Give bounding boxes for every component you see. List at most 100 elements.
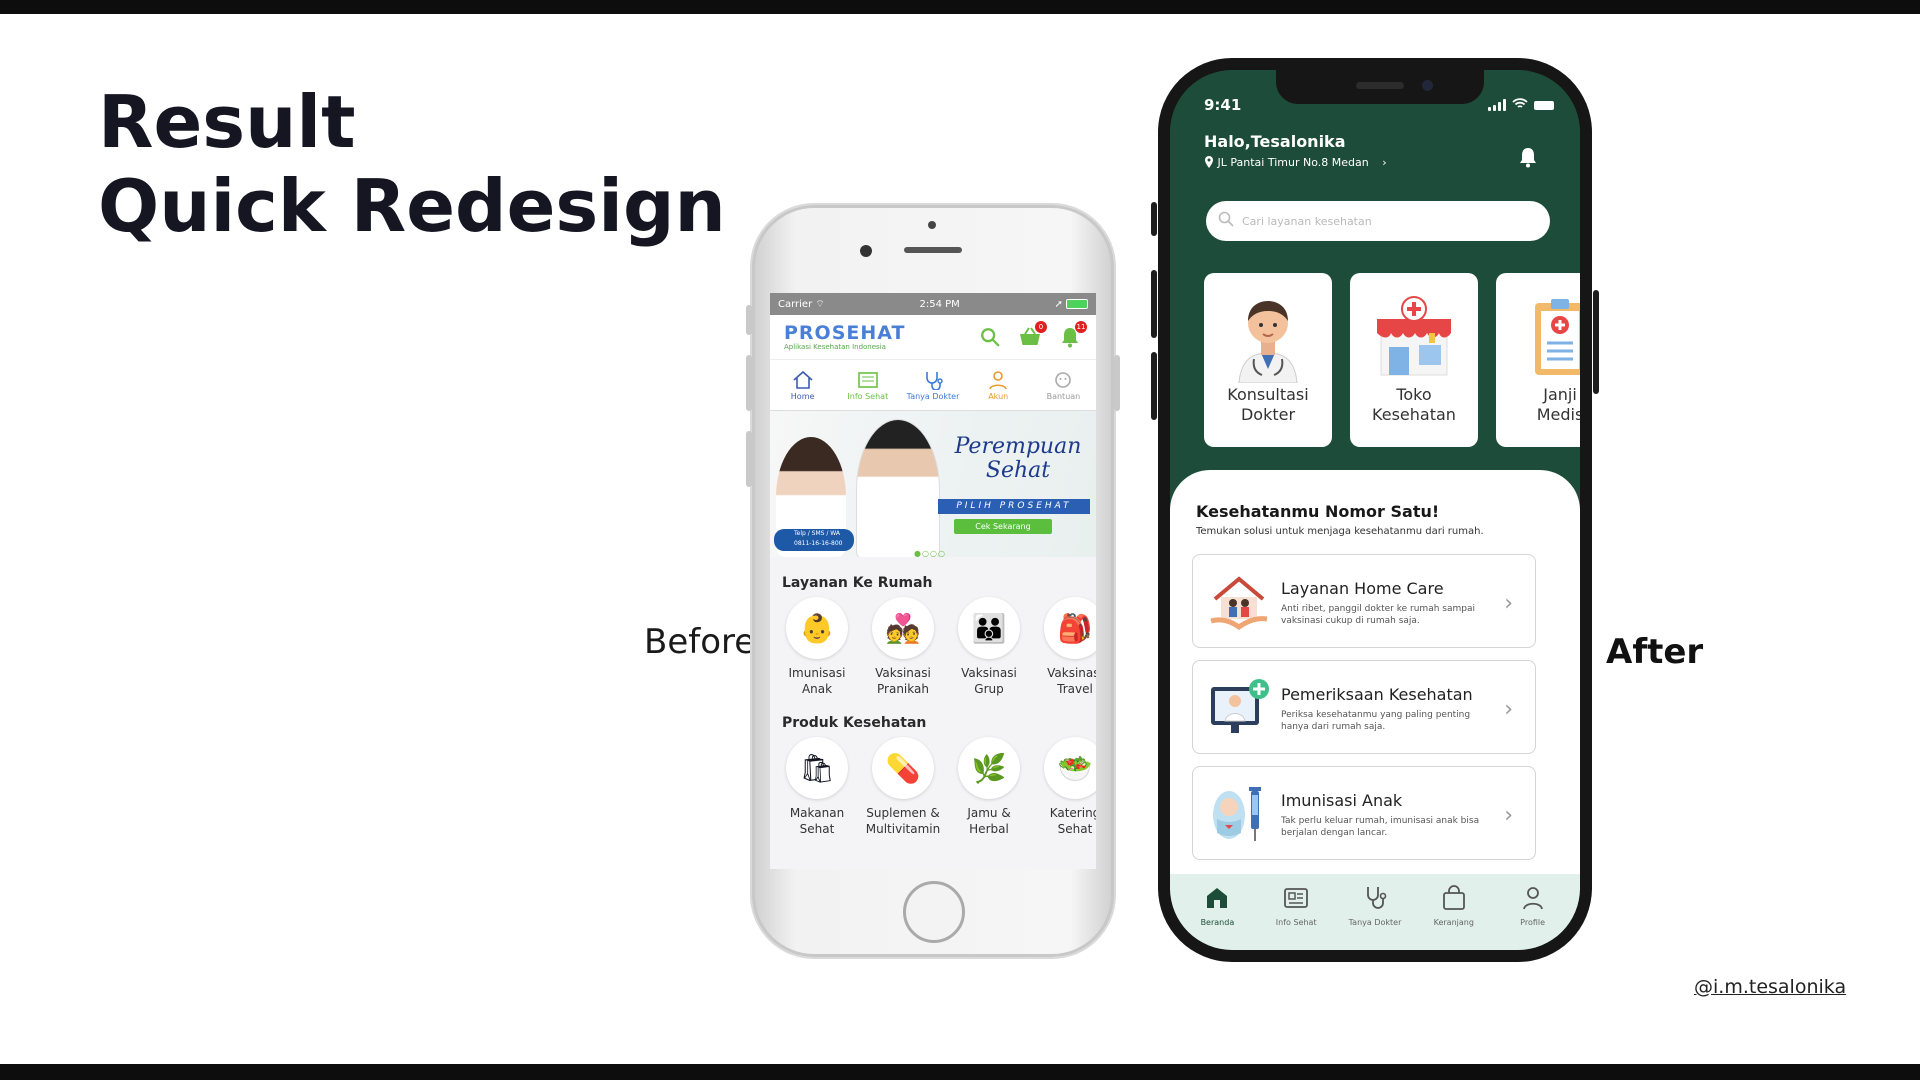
home-button[interactable]: [903, 881, 965, 943]
nav-tanya-dokter[interactable]: Tanya Dokter: [900, 360, 965, 410]
nav-info-sehat[interactable]: Info Sehat: [835, 360, 900, 410]
tab-beranda[interactable]: Beranda: [1181, 874, 1253, 950]
category-cards: Konsultasi Dokter Toko Kesehatan Janji M…: [1204, 273, 1580, 447]
chevron-right-icon: ›: [1382, 156, 1387, 169]
contact-pill[interactable]: Telp / SMS / WA 0811-16-16-800: [774, 529, 854, 551]
carousel-dots[interactable]: ●○○○: [914, 549, 946, 557]
promo-banner[interactable]: Perempuan Sehat PILIH PROSEHAT Cek Sekar…: [770, 411, 1096, 557]
search-input[interactable]: [1240, 213, 1534, 229]
bottom-border: [0, 1064, 1920, 1080]
baby-icon: 👶: [786, 597, 848, 659]
home-care-icon: [1210, 576, 1268, 631]
supplement-icon: 💊: [872, 737, 934, 799]
battery-icon: ➚: [1054, 298, 1088, 310]
status-time: 2:54 PM: [919, 298, 960, 310]
cart-badge: 0: [1035, 321, 1047, 333]
slide-title: Result Quick Redesign: [98, 80, 726, 248]
battery-icon: [1534, 100, 1554, 110]
nav-info-sehat-label: Info Sehat: [847, 391, 889, 401]
tab-profile[interactable]: Profile: [1497, 874, 1569, 950]
service-desc: Anti ribet, panggil dokter ke rumah samp…: [1281, 604, 1475, 626]
support-icon: [1052, 370, 1074, 392]
logo-tagline: Aplikasi Kesehatan Indonesia: [784, 343, 886, 351]
layanan-item-imunisasi-anak[interactable]: 👶 Imunisasi Anak: [774, 597, 860, 697]
service-title: Layanan Home Care: [1281, 579, 1444, 598]
wifi-icon: ⌔: [815, 298, 825, 310]
after-screen: 9:41 Halo,Tesalonika JL Pantai Timur No.…: [1170, 70, 1580, 950]
side-button: [1593, 290, 1599, 394]
banner-title: Perempuan Sehat: [954, 434, 1082, 483]
tab-keranjang[interactable]: Keranjang: [1418, 874, 1490, 950]
service-title: Imunisasi Anak: [1281, 791, 1403, 810]
before-phone: Carrier ⌔ 2:54 PM ➚ PROSEHAT Aplikasi Ke…: [746, 205, 1120, 957]
banner-ribbon: PILIH PROSEHAT: [938, 499, 1090, 514]
produk-item-makanan-sehat[interactable]: 🛍 Makanan Sehat: [774, 737, 860, 837]
service-pemeriksaan-kesehatan[interactable]: Pemeriksaan Kesehatan Periksa kesehatanm…: [1192, 660, 1536, 754]
volume-up-button: [1151, 270, 1157, 338]
status-time: 9:41: [1204, 96, 1242, 114]
nav-bantuan[interactable]: Bantuan: [1031, 360, 1096, 410]
bell-icon[interactable]: 11: [1058, 321, 1087, 349]
nav-tanya-dokter-label: Tanya Dokter: [906, 391, 960, 401]
top-border: [0, 0, 1920, 14]
card-konsultasi-dokter[interactable]: Konsultasi Dokter: [1204, 273, 1332, 447]
address-selector[interactable]: JL Pantai Timur No.8 Medan ›: [1204, 156, 1387, 169]
prosehat-logo[interactable]: PROSEHAT Aplikasi Kesehatan Indonesia: [784, 323, 962, 351]
address-text: JL Pantai Timur No.8 Medan: [1217, 156, 1369, 169]
nav-bantuan-label: Bantuan: [1046, 391, 1081, 401]
service-desc: Periksa kesehatanmu yang paling penting …: [1281, 710, 1471, 732]
service-home-care[interactable]: Layanan Home Care Anti ribet, panggil do…: [1192, 554, 1536, 648]
doctor-illustration: [856, 419, 940, 557]
nav-akun[interactable]: Akun: [966, 360, 1031, 410]
couple-icon: 💑: [872, 597, 934, 659]
clipboard-icon: [1535, 299, 1580, 375]
service-desc: Tak perlu keluar rumah, imunisasi anak b…: [1281, 816, 1480, 838]
app-header: PROSEHAT Aplikasi Kesehatan Indonesia 0 …: [770, 315, 1096, 360]
after-label: After: [1606, 632, 1704, 672]
search-icon: [1218, 211, 1234, 231]
nav-home[interactable]: Home: [770, 360, 835, 410]
produk-item-katering-sehat[interactable]: 🥗 Katering Sehat: [1032, 737, 1096, 837]
content-sheet: Kesehatanmu Nomor Satu! Temukan solusi u…: [1170, 470, 1580, 890]
syringe-icon: [1213, 787, 1261, 841]
location-pin-icon: [1204, 156, 1218, 169]
top-nav: Home Info Sehat Tanya Dokter Akun Bantua…: [770, 360, 1096, 411]
basket-icon[interactable]: 0: [1018, 321, 1047, 349]
cek-sekarang-button[interactable]: Cek Sekarang: [954, 519, 1052, 534]
produk-row: 🛍 Makanan Sehat 💊 Suplemen & Multivitamin …: [770, 737, 1096, 837]
tab-tanya-dokter[interactable]: Tanya Dokter: [1339, 874, 1411, 950]
greeting-text: Halo,Tesalonika: [1204, 132, 1346, 151]
mute-switch: [746, 305, 752, 335]
card-janji-medis[interactable]: Janji Medis: [1496, 273, 1580, 447]
shopping-bag-icon: [1442, 885, 1465, 910]
volume-up-button: [746, 355, 752, 411]
layanan-item-vaksinasi-grup[interactable]: 👪 Vaksinasi Grup: [946, 597, 1032, 697]
bell-icon[interactable]: [1518, 146, 1540, 168]
produk-item-jamu-herbal[interactable]: 🌿 Jamu & Herbal: [946, 737, 1032, 837]
carrier-text: Carrier ⌔: [778, 298, 825, 310]
nav-home-label: Home: [790, 391, 815, 401]
earpiece-speaker: [1356, 82, 1404, 89]
search-bar[interactable]: [1206, 201, 1550, 241]
volume-down-button: [1151, 352, 1157, 420]
produk-section-title: Produk Kesehatan: [782, 715, 927, 731]
search-icon[interactable]: [978, 325, 1002, 349]
credit-handle[interactable]: @i.m.tesalonika: [1694, 976, 1846, 998]
checkup-icon: [1211, 679, 1269, 733]
news-icon: [857, 370, 879, 392]
doctor-icon: [1238, 301, 1298, 383]
layanan-row: 👶 Imunisasi Anak 💑 Vaksinasi Pranikah 👪 Va…: [770, 597, 1096, 697]
bottom-tab-bar: Beranda Info Sehat Tanya Dokter Keranjan…: [1170, 874, 1580, 950]
layanan-item-vaksinasi-travel[interactable]: 🎒 VaksinasiTravel: [1032, 597, 1096, 697]
service-imunisasi-anak[interactable]: Imunisasi Anak Tak perlu keluar rumah, i…: [1192, 766, 1536, 860]
layanan-item-vaksinasi-pranikah[interactable]: 💑 Vaksinasi Pranikah: [860, 597, 946, 697]
after-phone: 9:41 Halo,Tesalonika JL Pantai Timur No.…: [1151, 58, 1599, 962]
card-toko-kesehatan[interactable]: Toko Kesehatan: [1350, 273, 1478, 447]
produk-item-suplemen[interactable]: 💊 Suplemen & Multivitamin: [860, 737, 946, 837]
chevron-right-icon: ›: [1504, 803, 1513, 828]
sheet-subtitle: Temukan solusi untuk menjaga kesehatanmu…: [1196, 526, 1484, 537]
grocery-bag-icon: 🛍: [786, 737, 848, 799]
status-bar: Carrier ⌔ 2:54 PM ➚: [770, 293, 1096, 315]
tab-info-sehat[interactable]: Info Sehat: [1260, 874, 1332, 950]
sheet-title: Kesehatanmu Nomor Satu!: [1196, 502, 1440, 521]
